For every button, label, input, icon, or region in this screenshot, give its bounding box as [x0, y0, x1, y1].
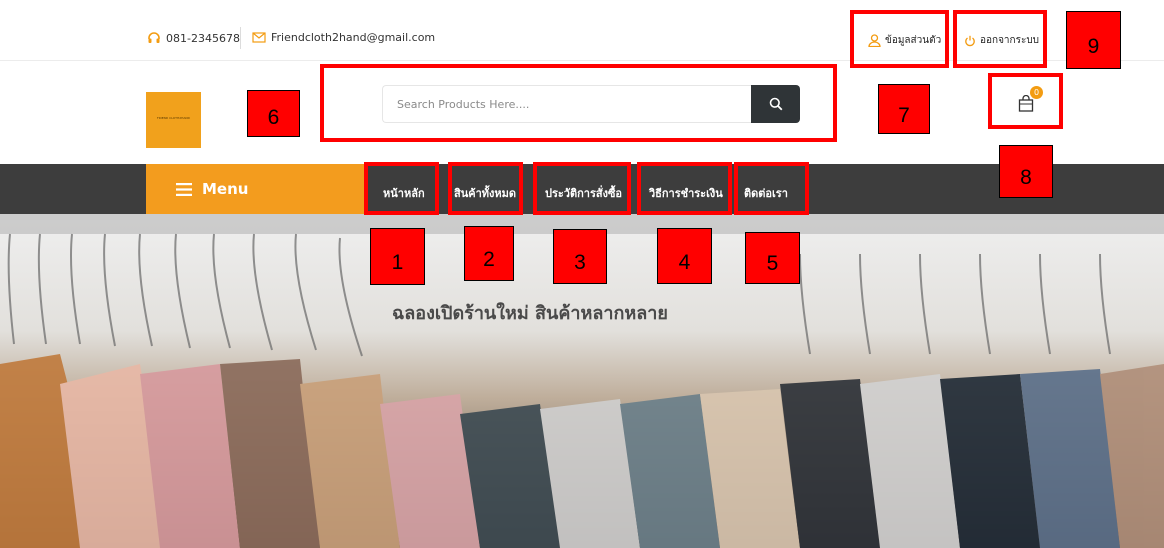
site-logo[interactable]: FRIEND CLOTH2HAND [146, 92, 201, 148]
annotation-number: 4 [657, 228, 712, 284]
annotation-box-payment [637, 162, 732, 215]
annotation-number: 3 [553, 229, 607, 284]
annotation-number: 8 [999, 145, 1053, 198]
annotation-box-order-history [533, 162, 631, 215]
hamburger-icon [176, 182, 192, 196]
hero-title: ฉลองเปิดร้านใหม่ สินค้าหลากหลาย [392, 303, 668, 324]
annotation-box-cart [988, 73, 1063, 129]
annotation-box-search [320, 64, 837, 142]
annotation-number: 1 [370, 228, 425, 285]
phone-contact: 081-2345678 [147, 31, 240, 45]
headset-icon [148, 32, 160, 43]
annotation-number: 6 [247, 90, 300, 137]
annotation-box-all-products [448, 162, 523, 215]
logo-text: FRIEND CLOTH2HAND [157, 116, 190, 120]
menu-label: Menu [202, 180, 249, 198]
annotation-box-profile [850, 10, 949, 68]
annotation-box-home [364, 162, 439, 215]
annotation-number: 7 [878, 84, 930, 134]
category-menu-button[interactable]: Menu [146, 164, 364, 214]
divider [240, 27, 241, 49]
annotation-number: 5 [745, 232, 800, 284]
email-contact[interactable]: Friendcloth2hand@gmail.com [252, 31, 435, 44]
annotation-number: 9 [1066, 11, 1121, 69]
annotation-number: 2 [464, 226, 514, 281]
annotation-box-logout [953, 10, 1047, 68]
annotation-box-contact [734, 162, 809, 215]
phone-number: 081-2345678 [166, 31, 240, 45]
email-address: Friendcloth2hand@gmail.com [271, 31, 436, 44]
mail-icon [252, 32, 266, 43]
